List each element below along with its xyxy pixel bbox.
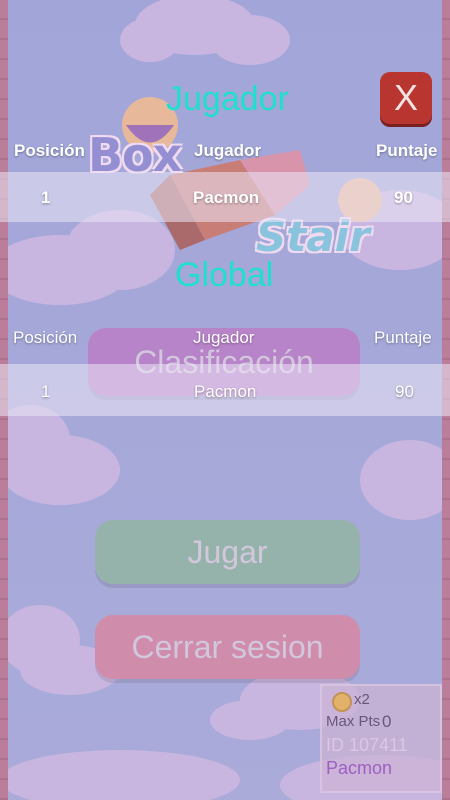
table-row: 1 Pacmon 90	[0, 172, 450, 222]
player-header: Jugador	[194, 141, 262, 160]
row-position: 1	[41, 188, 51, 207]
global-section-title: Global	[175, 256, 274, 294]
global-row-player: Pacmon	[194, 382, 257, 401]
table-row: 1 Pacmon 90	[0, 364, 450, 416]
global-position-header: Posición	[13, 328, 78, 347]
score-header: Puntaje	[376, 141, 438, 160]
close-icon: X	[393, 77, 418, 118]
row-score: 90	[394, 188, 413, 207]
global-score-header: Puntaje	[374, 328, 432, 347]
jugador-section-title: Jugador	[166, 80, 289, 118]
close-button[interactable]: X	[380, 72, 432, 124]
position-header: Posición	[14, 141, 85, 160]
row-player: Pacmon	[193, 188, 260, 207]
global-row-score: 90	[395, 382, 414, 401]
global-player-header: Jugador	[193, 328, 255, 347]
global-row-position: 1	[41, 382, 51, 401]
